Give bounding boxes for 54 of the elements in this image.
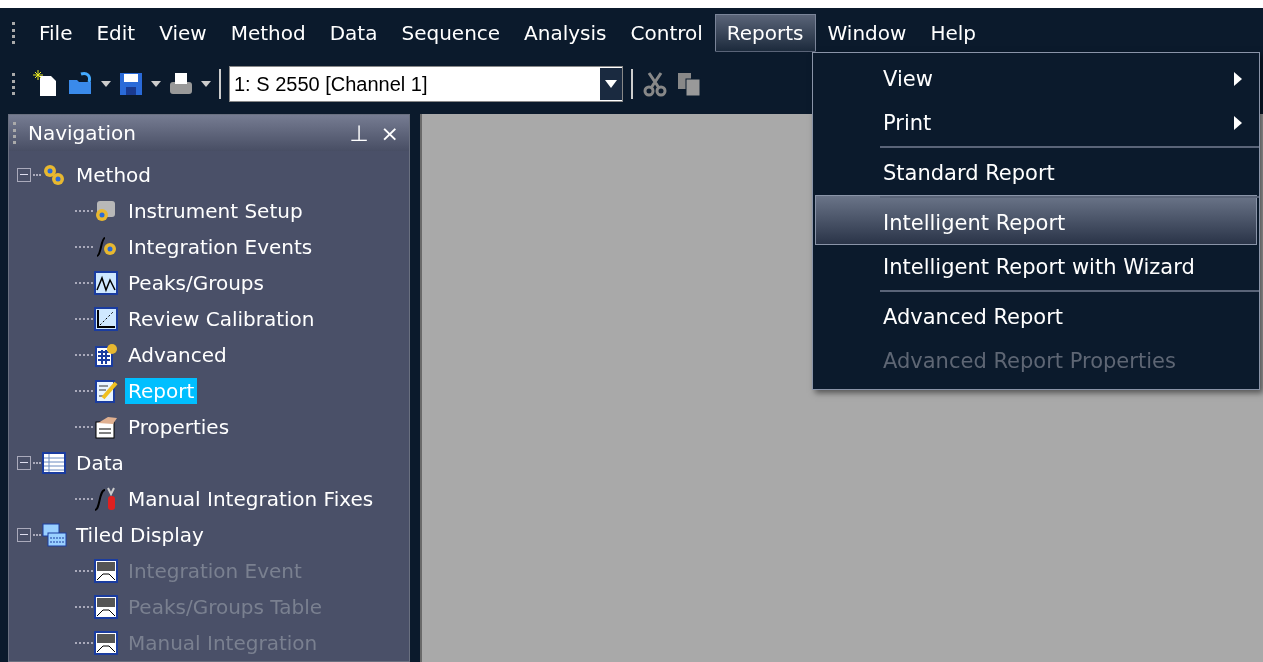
- menu-item[interactable]: Data: [317, 14, 390, 52]
- tree-item[interactable]: Tiled Display: [73, 522, 207, 548]
- gears-icon: [41, 162, 67, 188]
- tree-item[interactable]: Advanced: [125, 342, 230, 368]
- tree-item[interactable]: Peaks/Groups: [125, 270, 267, 296]
- tree-item[interactable]: Instrument Setup: [125, 198, 306, 224]
- tile-icon: [93, 558, 119, 584]
- caret-icon[interactable]: [201, 81, 211, 87]
- tree-item[interactable]: Manual Integration Fixes: [125, 486, 377, 512]
- collapse-icon[interactable]: [17, 528, 31, 542]
- collapse-icon[interactable]: [17, 456, 31, 470]
- menu-item[interactable]: Control: [618, 14, 715, 52]
- caret-icon[interactable]: [605, 80, 617, 88]
- properties-icon: [93, 414, 119, 440]
- submenu-arrow-icon: [1234, 116, 1242, 130]
- channel-select[interactable]: 1: S 2550 [Channel 1]: [229, 66, 623, 102]
- menu-option[interactable]: View: [815, 57, 1257, 101]
- copy-icon[interactable]: [675, 70, 703, 98]
- save-icon[interactable]: [117, 70, 145, 98]
- chart-icon: [93, 270, 119, 296]
- menu-item[interactable]: View: [147, 14, 219, 52]
- panel-title: Navigation: [28, 121, 137, 145]
- close-button[interactable]: ×: [380, 120, 399, 146]
- tree-item[interactable]: Review Calibration: [125, 306, 318, 332]
- caret-icon[interactable]: [101, 81, 111, 87]
- menu-item[interactable]: Analysis: [512, 14, 619, 52]
- tile-icon: [93, 630, 119, 656]
- report-icon: [93, 378, 119, 404]
- tree-item[interactable]: Integration Events: [125, 234, 316, 260]
- menu-option[interactable]: Print: [815, 101, 1257, 145]
- tile-icon: [93, 594, 119, 620]
- menu-item[interactable]: Sequence: [389, 14, 513, 52]
- submenu-arrow-icon: [1234, 72, 1242, 86]
- menu-item[interactable]: Reports: [714, 14, 816, 52]
- tiles-icon: [41, 522, 67, 548]
- menu-option[interactable]: Standard Report: [815, 145, 1257, 195]
- tree-item[interactable]: Properties: [125, 414, 233, 440]
- pin-button[interactable]: ⊥: [349, 120, 369, 146]
- menu-option[interactable]: Intelligent Report: [815, 195, 1257, 245]
- table-icon: [41, 450, 67, 476]
- collapse-icon[interactable]: [17, 168, 31, 182]
- menu-item[interactable]: File: [27, 14, 85, 52]
- menu-item[interactable]: Window: [815, 14, 919, 52]
- menu-item[interactable]: Method: [218, 14, 318, 52]
- menu-item[interactable]: Help: [918, 14, 988, 52]
- chart-icon: [93, 306, 119, 332]
- tree-item[interactable]: Method: [73, 162, 154, 188]
- caret-icon[interactable]: [151, 81, 161, 87]
- cut-icon[interactable]: [641, 70, 669, 98]
- menu-option[interactable]: Intelligent Report with Wizard: [815, 245, 1257, 289]
- tree-item[interactable]: Data: [73, 450, 127, 476]
- menu-option[interactable]: Advanced Report: [815, 289, 1257, 339]
- menu-item[interactable]: Edit: [84, 14, 148, 52]
- table-icon: [93, 342, 119, 368]
